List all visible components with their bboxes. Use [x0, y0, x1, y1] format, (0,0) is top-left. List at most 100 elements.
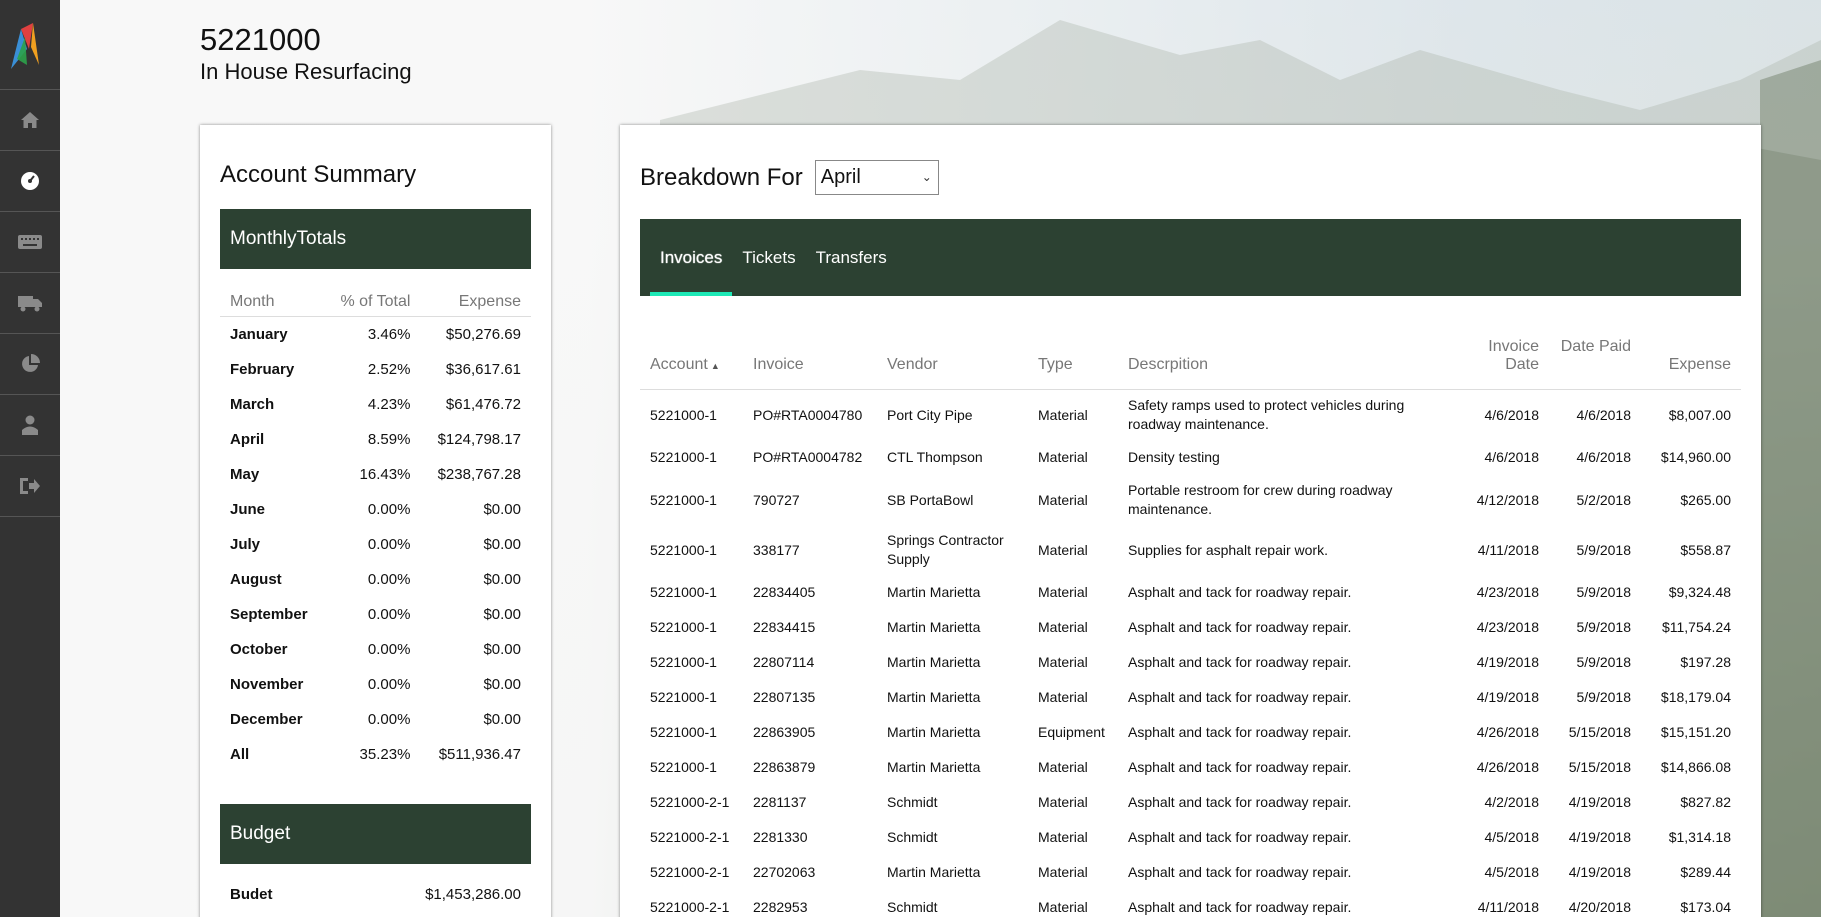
- table-row[interactable]: 5221000-1 22807114 Martin Marietta Material…: [640, 645, 1741, 680]
- table-row[interactable]: 5221000-2-1 2282953 Schmidt Material Asphalt…: [640, 890, 1741, 917]
- type-cell: Material: [1038, 864, 1088, 880]
- table-row[interactable]: 5221000-1 PO#RTA0004782 CTL Thompson Materi…: [640, 440, 1741, 475]
- table-row[interactable]: 5221000-2-1 2281137 Schmidt Material Asphalt…: [640, 785, 1741, 820]
- percent-cell: 0.00%: [367, 710, 411, 728]
- nav-dashboard[interactable]: [0, 151, 60, 212]
- table-row[interactable]: 5221000-1 22863905 Martin Marietta Equipmen…: [640, 715, 1741, 750]
- invoice-cell: 22807114: [753, 654, 815, 670]
- date-paid-cell: 4/6/2018: [1576, 449, 1632, 465]
- percent-cell: 0.00%: [367, 605, 411, 623]
- nav-profile[interactable]: [0, 395, 60, 456]
- page-title: 5221000: [200, 22, 321, 57]
- tab-transfers[interactable]: Transfers: [806, 219, 897, 296]
- date-paid-cell: 5/2/2018: [1576, 491, 1632, 508]
- summary-row: February 2.52% $36,617.61: [220, 352, 531, 387]
- column-header-type[interactable]: Type: [1028, 338, 1118, 390]
- column-header-invoice-date[interactable]: Invoice Date: [1466, 338, 1549, 390]
- pie-chart-icon: [22, 354, 40, 372]
- invoice-cell: 2282953: [753, 899, 808, 915]
- vendor-cell: Martin Marietta: [887, 864, 981, 880]
- invoice-date-cell: 4/5/2018: [1484, 829, 1540, 845]
- page-header: 5221000 In House Resurfacing: [200, 22, 412, 86]
- summary-row: August 0.00% $0.00: [220, 562, 531, 597]
- account-cell: 5221000-1: [650, 491, 717, 508]
- nav-home[interactable]: [0, 90, 60, 151]
- account-summary-title: Account Summary: [220, 161, 417, 188]
- nav-keyboard[interactable]: [0, 212, 60, 273]
- invoice-cell: 22863879: [753, 759, 816, 775]
- invoices-table: Account ▲ Invoice Vendor Type Descrpition…: [640, 338, 1741, 917]
- date-paid-cell: 4/19/2018: [1568, 829, 1631, 845]
- expense-cell: $0.00: [483, 570, 521, 588]
- expense-cell: $124,798.17: [437, 430, 521, 448]
- description-cell: Asphalt and tack for roadway repair.: [1128, 794, 1352, 810]
- invoice-cell: 22834405: [753, 584, 816, 600]
- description-cell: Asphalt and tack for roadway repair.: [1128, 759, 1352, 775]
- description-cell: Asphalt and tack for roadway repair.: [1128, 584, 1352, 600]
- table-row[interactable]: 5221000-1 22834405 Martin Marietta Material…: [640, 575, 1741, 610]
- type-cell: Material: [1038, 689, 1088, 705]
- invoice-cell: 338177: [753, 541, 800, 558]
- tab-tickets[interactable]: Tickets: [732, 219, 805, 296]
- account-cell: 5221000-1: [650, 654, 717, 670]
- expense-cell: $50,276.69: [445, 325, 521, 343]
- table-row[interactable]: 5221000-1 22807135 Martin Marietta Material…: [640, 680, 1741, 715]
- keyboard-icon: [18, 235, 42, 249]
- type-cell: Material: [1038, 619, 1088, 635]
- expense-cell: $289.44: [1680, 864, 1731, 880]
- month-cell: May: [230, 465, 260, 483]
- type-cell: Equipment: [1038, 724, 1105, 740]
- invoice-date-cell: 4/6/2018: [1484, 406, 1540, 423]
- table-row[interactable]: 5221000-1 22834415 Martin Marietta Material…: [640, 610, 1741, 645]
- invoice-date-cell: 4/11/2018: [1477, 541, 1539, 558]
- percent-cell: 2.52%: [367, 360, 411, 378]
- summary-row: April 8.59% $124,798.17: [220, 422, 531, 457]
- table-row[interactable]: 5221000-1 790727 SB PortaBowl Material Porta…: [640, 475, 1741, 525]
- budget-label: Budet: [230, 885, 273, 903]
- nav-logout[interactable]: [0, 456, 60, 517]
- percent-cell: 3.46%: [367, 325, 411, 343]
- invoice-cell: PO#RTA0004780: [753, 406, 863, 423]
- nav-reports[interactable]: [0, 334, 60, 395]
- budget-row: Budet $1,453,286.00: [220, 886, 531, 903]
- table-row[interactable]: 5221000-1 22863879 Martin Marietta Material…: [640, 750, 1741, 785]
- invoice-date-cell: 4/23/2018: [1476, 619, 1539, 635]
- summary-row: December 0.00% $0.00: [220, 702, 531, 737]
- budget-header: Budget: [220, 803, 531, 864]
- dashboard-icon: [21, 172, 39, 190]
- app-logo[interactable]: [0, 0, 60, 90]
- column-header-invoice[interactable]: Invoice: [743, 338, 877, 390]
- column-header-date-paid[interactable]: Date Paid: [1549, 338, 1641, 390]
- date-paid-cell: 4/19/2018: [1568, 794, 1631, 810]
- account-cell: 5221000-1: [650, 584, 717, 600]
- budget-value: $1,453,286.00: [425, 885, 521, 903]
- invoice-cell: 22807135: [753, 689, 816, 705]
- invoice-cell: PO#RTA0004782: [753, 449, 863, 465]
- description-cell: Safety ramps used to protect vehicles du…: [1128, 397, 1405, 432]
- invoice-cell: 22863905: [753, 724, 816, 740]
- account-cell: 5221000-1: [650, 619, 717, 635]
- nav-vehicles[interactable]: [0, 273, 60, 334]
- type-cell: Material: [1038, 829, 1088, 845]
- type-cell: Material: [1038, 759, 1088, 775]
- date-paid-cell: 5/9/2018: [1576, 689, 1632, 705]
- breakdown-label: Breakdown For: [640, 163, 803, 191]
- table-row[interactable]: 5221000-2-1 2281330 Schmidt Material Asphalt…: [640, 820, 1741, 855]
- table-row[interactable]: 5221000-2-1 22702063 Martin Marietta Materi…: [640, 855, 1741, 890]
- invoice-cell: 2281137: [753, 794, 807, 810]
- table-row[interactable]: 5221000-1 PO#RTA0004780 Port City Pipe Mate…: [640, 390, 1741, 441]
- month-select[interactable]: April ⌄: [814, 160, 939, 195]
- column-header-description[interactable]: Descrpition: [1118, 338, 1467, 390]
- column-header-vendor[interactable]: Vendor: [877, 338, 1028, 390]
- tab-invoices[interactable]: Invoices: [650, 219, 733, 296]
- account-cell: 5221000-2-1: [650, 829, 730, 845]
- column-header-account[interactable]: Account ▲: [640, 338, 743, 390]
- summary-row: October 0.00% $0.00: [220, 632, 531, 667]
- expense-cell: $14,960.00: [1660, 449, 1731, 465]
- column-header-expense[interactable]: Expense: [1641, 338, 1741, 390]
- type-cell: Material: [1038, 794, 1088, 810]
- month-cell: September: [230, 605, 308, 623]
- vendor-cell: Martin Marietta: [887, 689, 981, 705]
- table-row[interactable]: 5221000-1 338177 Springs Contractor Supply…: [640, 525, 1741, 575]
- vendor-cell: Martin Marietta: [887, 584, 981, 600]
